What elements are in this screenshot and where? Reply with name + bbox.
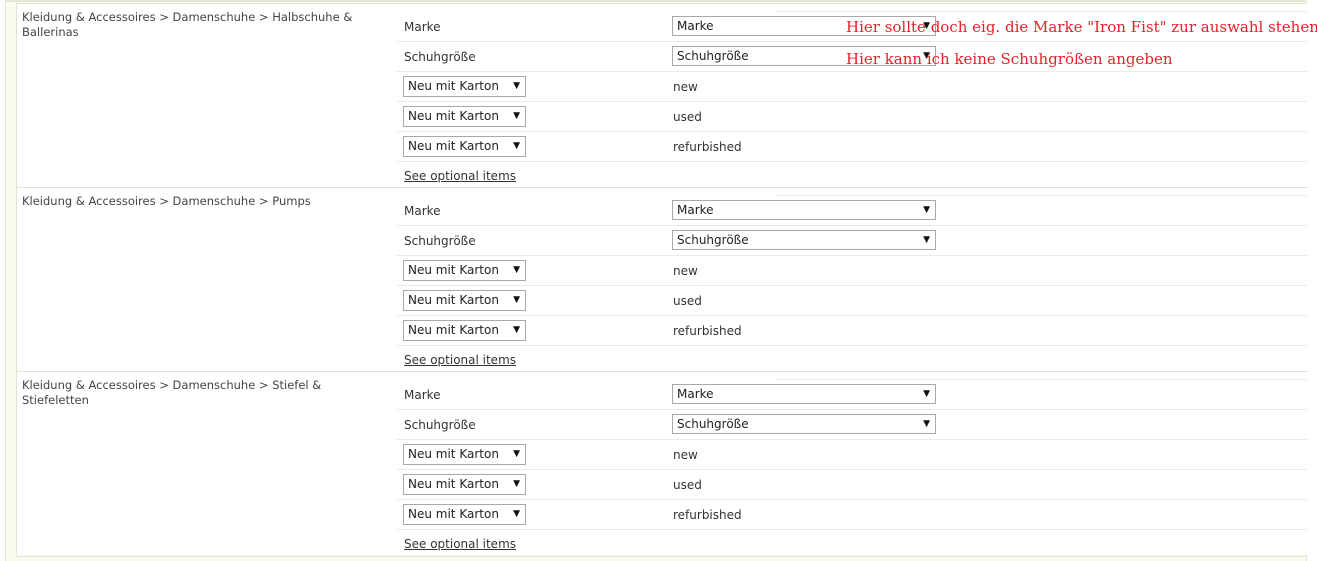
condition-row: Neu mit Karton ▼ new <box>397 256 1307 286</box>
caret-down-icon: ▼ <box>513 295 520 305</box>
condition-select[interactable]: Neu mit Karton ▼ <box>403 290 526 311</box>
brand-row: Marke Marke ▼ <box>397 196 1307 226</box>
condition-select-value: Neu mit Karton <box>408 323 499 337</box>
condition-value: new <box>673 448 698 462</box>
caret-down-icon: ▼ <box>923 389 930 399</box>
condition-value: used <box>673 110 702 124</box>
condition-select[interactable]: Neu mit Karton ▼ <box>403 136 526 157</box>
category-specifics-table: Kleidung & Accessoires > Damenschuhe > H… <box>16 3 1307 555</box>
condition-value: refurbished <box>673 508 742 522</box>
brand-label: Marke <box>404 20 441 34</box>
condition-select-value: Neu mit Karton <box>408 293 499 307</box>
category-group: Kleidung & Accessoires > Damenschuhe > S… <box>17 371 1307 555</box>
caret-down-icon: ▼ <box>923 205 930 215</box>
condition-select-value: Neu mit Karton <box>408 507 499 521</box>
condition-row: Neu mit Karton ▼ new <box>397 440 1307 470</box>
brand-select-value: Marke <box>677 19 714 33</box>
condition-row: Neu mit Karton ▼ used <box>397 286 1307 316</box>
shoe-size-label: Schuhgröße <box>404 418 476 432</box>
shoe-size-row: Schuhgröße Schuhgröße ▼ <box>397 226 1307 256</box>
category-group: Kleidung & Accessoires > Damenschuhe > P… <box>17 187 1307 371</box>
brand-select[interactable]: Marke ▼ <box>672 384 936 404</box>
condition-select-value: Neu mit Karton <box>408 109 499 123</box>
condition-row: Neu mit Karton ▼ refurbished <box>397 316 1307 346</box>
caret-down-icon: ▼ <box>513 479 520 489</box>
shoe-size-select-value: Schuhgröße <box>677 417 749 431</box>
category-path: Kleidung & Accessoires > Damenschuhe > H… <box>22 10 353 39</box>
see-optional-items-link[interactable]: See optional items <box>404 169 516 183</box>
row-spacer <box>777 372 1307 380</box>
brand-label: Marke <box>404 204 441 218</box>
condition-row: Neu mit Karton ▼ used <box>397 102 1307 132</box>
condition-select-value: Neu mit Karton <box>408 477 499 491</box>
caret-down-icon: ▼ <box>513 325 520 335</box>
shoe-size-row: Schuhgröße Schuhgröße ▼ <box>397 410 1307 440</box>
condition-select[interactable]: Neu mit Karton ▼ <box>403 76 526 97</box>
shoe-size-label: Schuhgröße <box>404 50 476 64</box>
brand-select[interactable]: Marke ▼ <box>672 200 936 220</box>
category-path: Kleidung & Accessoires > Damenschuhe > P… <box>22 194 311 208</box>
condition-select[interactable]: Neu mit Karton ▼ <box>403 504 526 525</box>
caret-down-icon: ▼ <box>513 81 520 91</box>
condition-row: Neu mit Karton ▼ refurbished <box>397 500 1307 530</box>
condition-value: refurbished <box>673 140 742 154</box>
row-spacer <box>777 4 1307 12</box>
optional-items-row: See optional items <box>397 346 1307 371</box>
condition-select[interactable]: Neu mit Karton ▼ <box>403 106 526 127</box>
optional-items-row: See optional items <box>397 530 1307 555</box>
condition-value: new <box>673 264 698 278</box>
shoe-size-select-value: Schuhgröße <box>677 49 749 63</box>
see-optional-items-link[interactable]: See optional items <box>404 537 516 551</box>
brand-annotation: Hier sollte doch eig. die Marke "Iron Fi… <box>846 18 1317 36</box>
caret-down-icon: ▼ <box>513 509 520 519</box>
caret-down-icon: ▼ <box>923 419 930 429</box>
condition-select[interactable]: Neu mit Karton ▼ <box>403 320 526 341</box>
condition-select-value: Neu mit Karton <box>408 139 499 153</box>
brand-label: Marke <box>404 388 441 402</box>
condition-select[interactable]: Neu mit Karton ▼ <box>403 260 526 281</box>
caret-down-icon: ▼ <box>513 449 520 459</box>
size-annotation: Hier kann ich keine Schuhgrößen angeben <box>846 50 1173 68</box>
caret-down-icon: ▼ <box>513 141 520 151</box>
condition-value: refurbished <box>673 324 742 338</box>
condition-select-value: Neu mit Karton <box>408 263 499 277</box>
condition-row: Neu mit Karton ▼ new <box>397 72 1307 102</box>
caret-down-icon: ▼ <box>513 111 520 121</box>
shoe-size-label: Schuhgröße <box>404 234 476 248</box>
caret-down-icon: ▼ <box>513 265 520 275</box>
shoe-size-select[interactable]: Schuhgröße ▼ <box>672 414 936 434</box>
bottom-divider <box>16 556 1306 557</box>
condition-value: used <box>673 478 702 492</box>
specifics-rows: Marke Marke ▼ Schuhgröße Schuhgröße ▼ Neu mit … <box>397 372 1307 555</box>
caret-down-icon: ▼ <box>923 235 930 245</box>
brand-row: Marke Marke ▼ <box>397 380 1307 410</box>
condition-select-value: Neu mit Karton <box>408 447 499 461</box>
condition-row: Neu mit Karton ▼ refurbished <box>397 132 1307 162</box>
category-path: Kleidung & Accessoires > Damenschuhe > S… <box>22 378 322 407</box>
optional-items-row: See optional items <box>397 162 1307 187</box>
shoe-size-select-value: Schuhgröße <box>677 233 749 247</box>
shoe-size-select[interactable]: Schuhgröße ▼ <box>672 230 936 250</box>
row-spacer <box>777 188 1307 196</box>
brand-select-value: Marke <box>677 203 714 217</box>
condition-value: used <box>673 294 702 308</box>
specifics-rows: Marke Marke ▼ Schuhgröße Schuhgröße ▼ Neu mit … <box>397 188 1307 371</box>
top-divider <box>5 0 1305 2</box>
condition-select[interactable]: Neu mit Karton ▼ <box>403 474 526 495</box>
see-optional-items-link[interactable]: See optional items <box>404 353 516 367</box>
condition-select-value: Neu mit Karton <box>408 79 499 93</box>
condition-value: new <box>673 80 698 94</box>
condition-row: Neu mit Karton ▼ used <box>397 470 1307 500</box>
brand-select-value: Marke <box>677 387 714 401</box>
condition-select[interactable]: Neu mit Karton ▼ <box>403 444 526 465</box>
